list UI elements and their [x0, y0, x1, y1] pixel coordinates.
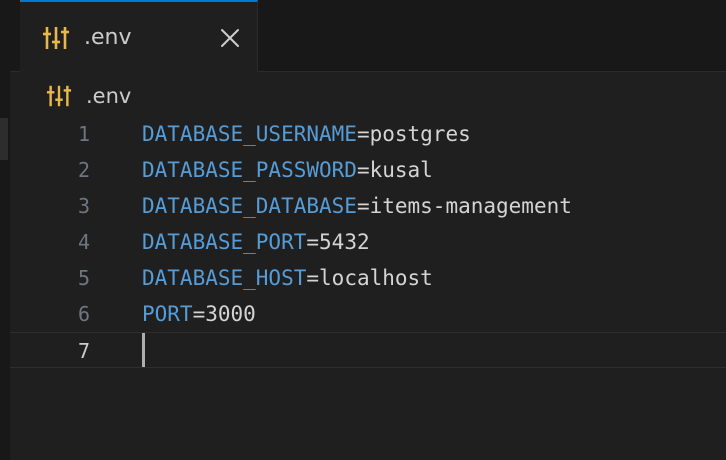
code-text: DATABASE_PORT=5432 [142, 224, 370, 260]
tab-label: .env [84, 25, 132, 50]
equals-sign: = [356, 194, 370, 218]
equals-sign: = [306, 266, 320, 290]
tab-env[interactable]: .env [20, 0, 258, 72]
code-editor[interactable]: 1 DATABASE_USERNAME=postgres 2 DATABASE_… [10, 116, 726, 460]
line-number: 6 [77, 302, 90, 326]
settings-sliders-icon [43, 27, 69, 49]
env-value: localhost [319, 266, 433, 290]
code-line[interactable]: 4 DATABASE_PORT=5432 [10, 224, 726, 260]
env-key: PORT [142, 302, 193, 326]
code-text: DATABASE_HOST=localhost [142, 260, 433, 296]
line-number: 3 [77, 194, 90, 218]
code-line[interactable]: 6 PORT=3000 [10, 296, 726, 332]
env-key: DATABASE_USERNAME [142, 122, 357, 146]
text-cursor [142, 333, 145, 367]
line-number: 5 [77, 266, 90, 290]
line-number: 1 [77, 122, 90, 146]
code-line[interactable]: 2 DATABASE_PASSWORD=kusal [10, 152, 726, 188]
equals-sign: = [356, 122, 370, 146]
code-line[interactable]: 3 DATABASE_DATABASE=items-management [10, 188, 726, 224]
code-text: DATABASE_USERNAME=postgres [142, 116, 471, 152]
breadcrumb-label: .env [86, 84, 132, 108]
env-value: postgres [369, 122, 471, 146]
tab-bar: .env [10, 0, 726, 72]
equals-sign: = [192, 302, 206, 326]
env-key: DATABASE_HOST [142, 266, 307, 290]
env-value: items-management [369, 194, 572, 218]
line-number: 2 [77, 158, 90, 182]
code-line[interactable]: 1 DATABASE_USERNAME=postgres [10, 116, 726, 152]
env-key: DATABASE_PASSWORD [142, 158, 357, 182]
equals-sign: = [306, 230, 320, 254]
code-text: PORT=3000 [142, 296, 256, 332]
code-text: DATABASE_DATABASE=items-management [142, 188, 572, 224]
line-number: 7 [77, 339, 90, 363]
scroll-marker [0, 118, 8, 160]
env-value: 5432 [319, 230, 370, 254]
env-key: DATABASE_PORT [142, 230, 307, 254]
line-number: 4 [77, 230, 90, 254]
env-value: 3000 [205, 302, 256, 326]
env-value: kusal [369, 158, 433, 182]
close-icon[interactable] [216, 24, 244, 52]
code-line[interactable]: 5 DATABASE_HOST=localhost [10, 260, 726, 296]
activity-strip [0, 0, 10, 460]
code-text: DATABASE_PASSWORD=kusal [142, 152, 433, 188]
equals-sign: = [356, 158, 370, 182]
env-key: DATABASE_DATABASE [142, 194, 357, 218]
settings-sliders-icon [46, 85, 72, 107]
editor-window: .env .env 1 DATABASE_USERNAME=postgres 2… [0, 0, 726, 460]
current-code-line[interactable]: 7 [10, 332, 726, 368]
